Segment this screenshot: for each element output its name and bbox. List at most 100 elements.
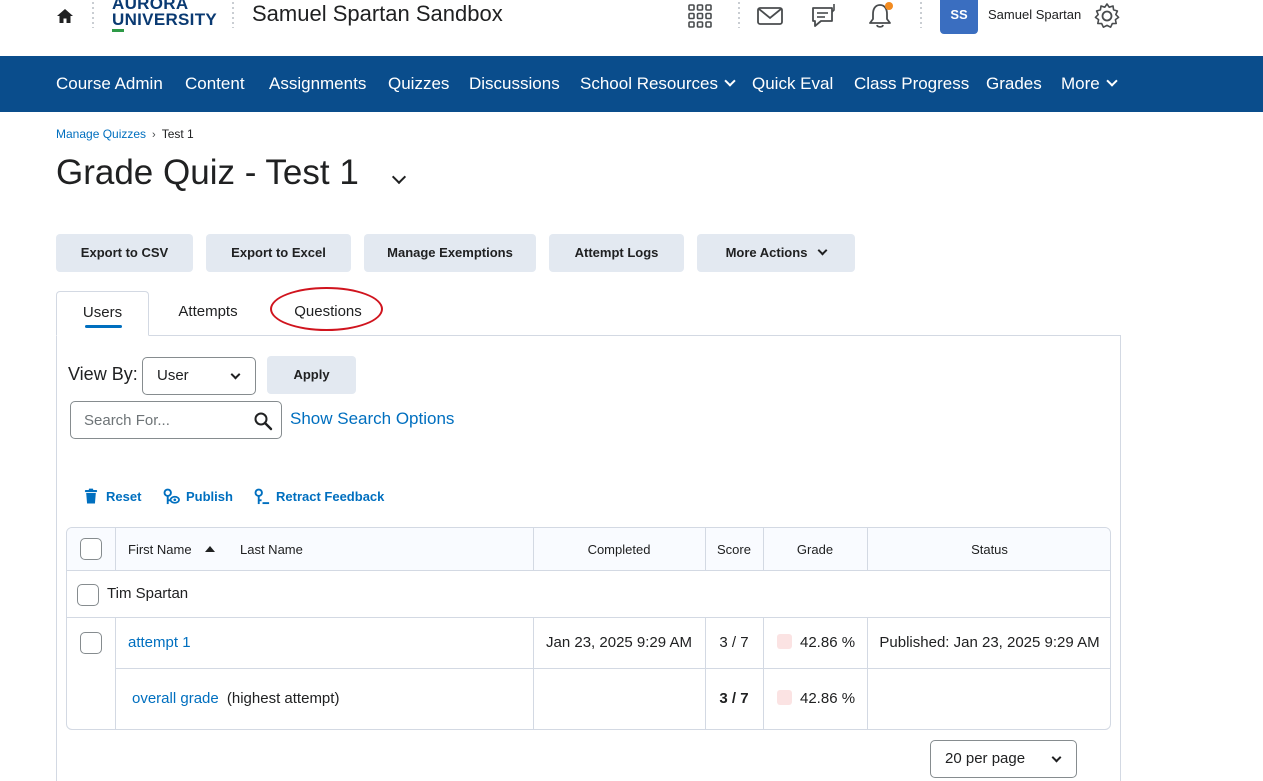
nav-school-resources-label: School Resources xyxy=(580,74,718,93)
chevron-down-icon xyxy=(724,75,736,87)
breadcrumb-current: Test 1 xyxy=(161,127,194,141)
home-icon[interactable] xyxy=(55,6,75,26)
overall-grade: 42.86 % xyxy=(800,690,856,707)
nav-quizzes[interactable]: Quizzes xyxy=(388,74,449,94)
view-by-select[interactable]: User xyxy=(142,357,256,395)
avatar[interactable]: SS xyxy=(940,0,978,34)
row-divider xyxy=(67,617,1110,618)
per-page-value: 20 per page xyxy=(945,750,1026,767)
sort-ascending-icon[interactable] xyxy=(205,546,215,552)
nav-discussions[interactable]: Discussions xyxy=(469,74,560,94)
retract-feedback-icon xyxy=(254,488,270,505)
attempt-completed: Jan 23, 2025 9:29 AM xyxy=(546,634,692,651)
overall-score: 3 / 7 xyxy=(719,690,749,707)
overall-grade-note: (highest attempt) xyxy=(226,690,340,707)
header-grade: Grade xyxy=(796,542,834,557)
waffle-grid-icon[interactable] xyxy=(686,2,714,30)
header-divider xyxy=(92,2,94,28)
nav-quick-eval[interactable]: Quick Eval xyxy=(752,74,833,94)
column-divider xyxy=(115,618,116,729)
manage-exemptions-button[interactable]: Manage Exemptions xyxy=(364,234,536,272)
chevron-down-icon xyxy=(230,369,241,380)
grade-color-swatch xyxy=(777,690,792,705)
more-actions-label: More Actions xyxy=(725,245,808,260)
export-excel-button[interactable]: Export to Excel xyxy=(206,234,351,272)
chevron-down-icon xyxy=(817,245,828,256)
attempt-status: Published: Jan 23, 2025 9:29 AM xyxy=(879,634,1100,651)
attempt-row-checkbox[interactable] xyxy=(80,632,102,654)
tab-questions[interactable]: Questions xyxy=(278,291,378,336)
search-box xyxy=(70,401,282,439)
top-header: AURORA UNIVERSITY Samuel Spartan Sandbox… xyxy=(0,0,1263,56)
tab-users[interactable]: Users xyxy=(56,291,149,336)
nav-class-progress[interactable]: Class Progress xyxy=(854,74,969,94)
nav-more-label: More xyxy=(1061,74,1100,93)
user-name[interactable]: Samuel Spartan xyxy=(988,7,1081,22)
breadcrumb-separator: › xyxy=(152,129,156,141)
user-row-checkbox[interactable] xyxy=(77,584,99,606)
column-divider xyxy=(115,528,116,571)
publish-icon xyxy=(163,488,180,505)
more-actions-button[interactable]: More Actions xyxy=(697,234,855,272)
search-input[interactable] xyxy=(72,403,244,437)
breadcrumb: Manage Quizzes › Test 1 xyxy=(56,127,194,141)
chevron-down-icon xyxy=(1106,75,1118,87)
mail-icon[interactable] xyxy=(756,2,784,30)
gear-icon[interactable] xyxy=(1093,2,1121,30)
header-divider xyxy=(920,2,922,28)
tab-users-label: Users xyxy=(82,304,123,321)
course-title[interactable]: Samuel Spartan Sandbox xyxy=(252,1,503,27)
tab-attempts[interactable]: Attempts xyxy=(162,291,254,336)
search-icon[interactable] xyxy=(253,411,273,431)
user-name-cell: Tim Spartan xyxy=(107,585,189,602)
header-divider xyxy=(232,2,234,28)
logo-line2: UNIVERSITY xyxy=(112,10,218,29)
trash-icon xyxy=(84,488,98,504)
overall-grade-link[interactable]: overall grade xyxy=(132,690,219,707)
breadcrumb-manage-quizzes[interactable]: Manage Quizzes xyxy=(56,127,146,141)
per-page-select[interactable]: 20 per page xyxy=(930,740,1077,778)
nav-more[interactable]: More xyxy=(1061,74,1118,94)
bell-icon[interactable] xyxy=(866,2,894,30)
attempt-link[interactable]: attempt 1 xyxy=(128,634,191,651)
nav-content[interactable]: Content xyxy=(185,74,245,94)
chevron-down-icon xyxy=(1051,752,1062,763)
show-search-options-link[interactable]: Show Search Options xyxy=(290,409,454,429)
nav-assignments[interactable]: Assignments xyxy=(269,74,366,94)
apply-button[interactable]: Apply xyxy=(267,356,356,394)
export-csv-button[interactable]: Export to CSV xyxy=(56,234,193,272)
publish-label: Publish xyxy=(186,489,233,504)
active-tab-indicator xyxy=(85,325,122,328)
retract-feedback-label: Retract Feedback xyxy=(276,489,385,504)
reset-label: Reset xyxy=(106,489,142,504)
attempt-logs-button[interactable]: Attempt Logs xyxy=(549,234,684,272)
nav-course-admin[interactable]: Course Admin xyxy=(56,74,163,94)
overall-grade-row: overall grade (highest attempt) xyxy=(132,690,339,707)
header-last-name[interactable]: Last Name xyxy=(240,542,303,557)
header-completed: Completed xyxy=(587,542,651,557)
row-divider xyxy=(115,668,1110,669)
column-divider xyxy=(763,618,764,729)
header-score: Score xyxy=(717,542,751,557)
attempt-score: 3 / 7 xyxy=(719,634,749,651)
attempt-grade: 42.86 % xyxy=(800,634,856,651)
retract-feedback-button[interactable]: Retract Feedback xyxy=(254,488,385,505)
header-status: Status xyxy=(971,542,1008,557)
title-menu-chevron-icon[interactable] xyxy=(391,169,407,185)
chat-icon[interactable] xyxy=(810,2,838,30)
nav-grades[interactable]: Grades xyxy=(986,74,1042,94)
course-navbar: Course Admin Content Assignments Quizzes… xyxy=(0,56,1263,112)
view-by-label: View By: xyxy=(68,364,138,384)
grade-color-swatch xyxy=(777,634,792,649)
reset-button[interactable]: Reset xyxy=(84,488,142,504)
nav-school-resources[interactable]: School Resources xyxy=(580,74,736,94)
header-divider xyxy=(738,2,740,28)
university-logo[interactable]: AURORA UNIVERSITY xyxy=(112,0,222,34)
view-by-value: User xyxy=(157,367,189,384)
users-grid: First Name Last Name Completed Score Gra… xyxy=(66,527,1111,730)
select-all-checkbox[interactable] xyxy=(80,538,102,560)
logo-accent-bar xyxy=(112,29,124,32)
header-first-name[interactable]: First Name xyxy=(128,542,192,557)
page-title: Grade Quiz - Test 1 xyxy=(56,153,359,192)
publish-button[interactable]: Publish xyxy=(163,488,233,505)
